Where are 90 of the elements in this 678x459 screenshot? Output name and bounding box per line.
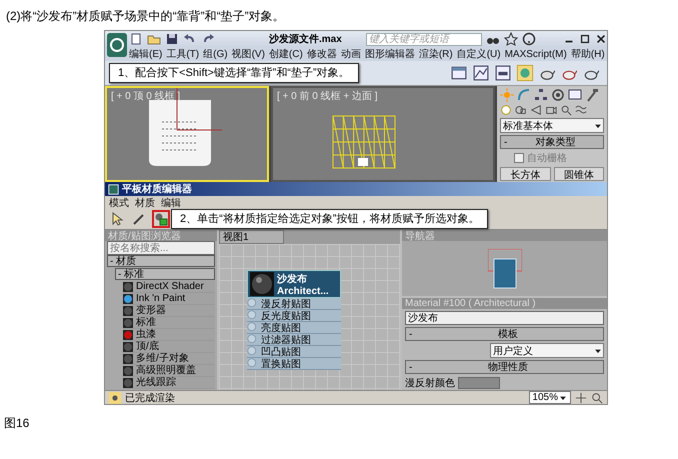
node-title: 沙发布: [277, 272, 308, 286]
node-slot[interactable]: 亮度贴图: [247, 322, 341, 334]
pan-icon[interactable]: [575, 392, 587, 404]
step-callout: 1、配合按下<Shift>键选择“靠背”和“垫子”对象。: [109, 63, 359, 83]
editor-title: 平板材质编辑器: [122, 182, 192, 196]
object-type-button[interactable]: 圆锥体: [554, 167, 604, 181]
new-file-icon[interactable]: [129, 32, 143, 46]
menu-item[interactable]: MAXScript(M): [504, 48, 567, 60]
material-list-item[interactable]: 变形器: [123, 305, 215, 317]
material-swatch-icon: [123, 366, 133, 376]
material-swatch-icon: [123, 294, 133, 304]
zoom-dropdown[interactable]: 105%: [529, 391, 571, 404]
menu-item[interactable]: 编辑: [161, 196, 181, 210]
maximize-icon[interactable]: [579, 33, 591, 45]
material-swatch-icon: [123, 354, 133, 364]
menu-item[interactable]: 图形编辑器: [364, 47, 415, 61]
hammer-icon[interactable]: [585, 88, 599, 102]
rollout-header[interactable]: - 物理性质: [405, 360, 604, 374]
panel-header: Material #100 ( Architectural ): [402, 298, 607, 309]
material-name-field[interactable]: 沙发布: [405, 311, 604, 325]
circle-icon[interactable]: [551, 88, 565, 102]
material-swatch-icon: [123, 330, 133, 340]
sphere-icon[interactable]: [500, 104, 512, 116]
node-subtitle: Architect...: [277, 286, 329, 296]
view-tab[interactable]: 视图1: [219, 230, 284, 244]
material-list-item[interactable]: 标准: [123, 317, 215, 329]
menu-item[interactable]: 材质: [135, 196, 155, 210]
template-dropdown[interactable]: 用户定义: [490, 343, 604, 358]
editor-logo-icon[interactable]: [108, 184, 119, 194]
app-logo-icon[interactable]: [107, 33, 127, 57]
star-icon[interactable]: [504, 32, 518, 46]
zoom-icon[interactable]: [591, 392, 603, 404]
window-title: 沙发源文件.max: [269, 32, 342, 46]
step-callout: 2、单击“将材质指定给选定对象”按钮，将材质赋予所选对象。: [171, 209, 488, 229]
material-list-item[interactable]: 虫漆: [123, 329, 215, 341]
menu-item[interactable]: 帮助(H): [570, 47, 605, 61]
menu-item[interactable]: 模式: [109, 196, 129, 210]
window-icon[interactable]: [451, 65, 467, 81]
material-swatch-icon: [123, 282, 133, 292]
shapes-icon[interactable]: [515, 104, 527, 116]
menu-item[interactable]: 编辑(E): [129, 47, 162, 61]
panel-header: 材质/贴图浏览器: [105, 230, 217, 241]
checkbox-label: 自动栅格: [527, 152, 567, 165]
space-warp-icon[interactable]: [575, 104, 587, 116]
camera-icon[interactable]: [545, 104, 557, 116]
material-swatch-icon: [123, 342, 133, 352]
figure-label: 图16: [3, 415, 30, 432]
search-field[interactable]: 按名称搜索...: [107, 241, 215, 255]
menu-item[interactable]: 创建(C): [268, 47, 303, 61]
rollout-header[interactable]: - 对象类型: [500, 135, 604, 149]
object-type-button[interactable]: 长方体: [500, 167, 550, 181]
status-text: 已完成渲染: [125, 392, 175, 404]
graph-window-icon[interactable]: [473, 65, 489, 81]
material-swatch-icon: [123, 318, 133, 328]
node-slot[interactable]: 漫反射贴图: [247, 298, 341, 310]
tree-group-header[interactable]: - 材质: [107, 255, 215, 267]
property-label: 漫反射颜色: [405, 376, 455, 390]
material-swatch-icon: [123, 378, 133, 388]
step-caption: (2)将“沙发布”材质赋予场景中的“靠背”和“垫子”对象。: [5, 8, 286, 25]
menu-item[interactable]: 组(G): [203, 47, 228, 61]
node-slot[interactable]: 凹凸贴图: [247, 346, 341, 358]
menu-item[interactable]: 动画: [340, 47, 361, 61]
node-slot[interactable]: 反光度贴图: [247, 310, 341, 322]
autogrid-checkbox[interactable]: [514, 153, 524, 163]
menu-item[interactable]: 视图(V): [232, 47, 265, 61]
menu-item[interactable]: 工具(T): [166, 47, 200, 61]
material-list-item[interactable]: Ink 'n Paint: [123, 293, 215, 305]
hierarchy-icon[interactable]: [534, 88, 548, 102]
monitor-icon[interactable]: [568, 88, 582, 102]
close-icon[interactable]: [595, 33, 607, 45]
panel-icon[interactable]: [495, 65, 511, 81]
rollout-header[interactable]: - 模板: [405, 327, 604, 341]
panel-header: 导航器: [402, 230, 607, 241]
material-list-item[interactable]: 高级照明覆盖: [123, 365, 215, 377]
material-list-item[interactable]: DirectX Shader: [123, 281, 215, 293]
menu-item[interactable]: 渲染(R): [418, 47, 453, 61]
material-swatch-icon: [123, 306, 133, 316]
render-status-icon[interactable]: [109, 392, 121, 404]
material-list-item[interactable]: 顶/底: [123, 341, 215, 353]
material-list-item[interactable]: 光线跟踪: [123, 377, 215, 389]
menu-item[interactable]: 自定义(U): [456, 47, 501, 61]
material-sphere-icon: [250, 272, 274, 296]
node-slot[interactable]: 置换贴图: [247, 358, 341, 370]
menu-item[interactable]: 修改器: [306, 47, 337, 61]
navigator-preview-drawing: [488, 248, 522, 288]
material-list-item[interactable]: 多维/子对象: [123, 353, 215, 365]
category-dropdown[interactable]: 标准基本体: [500, 118, 604, 133]
node-slot[interactable]: 过滤器贴图: [247, 334, 341, 346]
tree-group-header[interactable]: - 标准: [115, 268, 215, 280]
color-swatch[interactable]: [458, 377, 500, 389]
